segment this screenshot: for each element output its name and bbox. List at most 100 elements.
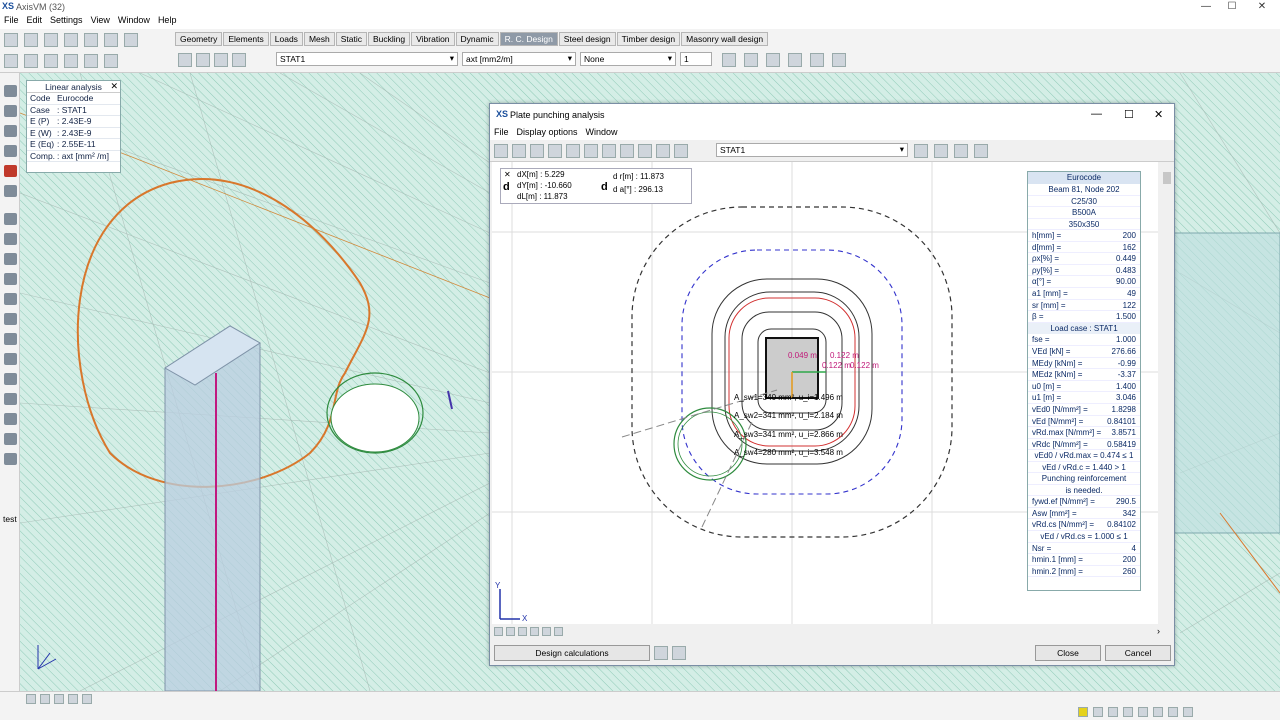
tab-timber-design[interactable]: Timber design xyxy=(616,32,681,46)
scroll-right-icon[interactable]: › xyxy=(1157,626,1160,636)
wrench-icon[interactable] xyxy=(672,646,686,660)
tab-loads[interactable]: Loads xyxy=(269,32,303,46)
print-drawing-icon[interactable] xyxy=(548,144,562,158)
line-tool-icon[interactable] xyxy=(4,273,17,285)
rotate-tool-icon[interactable] xyxy=(4,253,17,265)
fit-view-icon[interactable] xyxy=(674,144,688,158)
tab-dynamic[interactable]: Dynamic xyxy=(455,32,499,46)
table-icon[interactable] xyxy=(494,144,508,158)
component-select[interactable]: axt [mm2/m] ▾ xyxy=(462,52,576,66)
zoom-out-icon[interactable] xyxy=(40,694,50,704)
scroll-thumb[interactable] xyxy=(1163,172,1171,184)
redo-icon[interactable] xyxy=(124,33,138,47)
rotate-view-icon[interactable] xyxy=(82,694,92,704)
tab-masonry-design[interactable]: Masonry wall design xyxy=(681,32,769,46)
punching-drawing-canvas[interactable]: ✕ d dX[m] : 5.229 dY[m] : -10.660 dL[m] … xyxy=(492,162,1158,624)
dialog-maximize-button[interactable]: ☐ xyxy=(1124,108,1134,121)
view3d-icon[interactable] xyxy=(638,144,652,158)
view-option-icon-5[interactable] xyxy=(810,53,824,67)
copy-drawing-icon[interactable] xyxy=(530,144,544,158)
distribution-icon[interactable] xyxy=(914,144,928,158)
minimize-button[interactable]: — xyxy=(1196,1,1216,13)
view-option-icon-4[interactable] xyxy=(788,53,802,67)
menu-view[interactable]: View xyxy=(87,14,114,26)
copy-tool-icon[interactable] xyxy=(4,145,17,157)
dialog-zoom-out-icon[interactable] xyxy=(506,627,515,636)
close-app-button[interactable]: ✕ xyxy=(1252,1,1272,13)
zoom-fit-icon[interactable] xyxy=(54,694,64,704)
menu-settings[interactable]: Settings xyxy=(46,14,87,26)
dialog-case-select[interactable]: STAT1 ▾ xyxy=(716,143,908,157)
dialog-pan-icon[interactable] xyxy=(530,627,539,636)
dialog-menu-window[interactable]: Window xyxy=(582,126,622,138)
menu-file[interactable]: File xyxy=(0,14,23,26)
pan-icon[interactable] xyxy=(68,694,78,704)
tab-rc-design[interactable]: R. C. Design xyxy=(499,32,558,46)
print-icon[interactable] xyxy=(64,33,78,47)
layer-icon[interactable] xyxy=(84,33,98,47)
library-icon[interactable] xyxy=(584,144,598,158)
measure-tool-icon[interactable] xyxy=(4,233,17,245)
menu-window[interactable]: Window xyxy=(114,14,154,26)
export-icon[interactable] xyxy=(566,144,580,158)
wrench-tool-icon[interactable] xyxy=(4,413,17,425)
dialog-menu-display[interactable]: Display options xyxy=(513,126,582,138)
status-icon-6[interactable] xyxy=(1153,707,1163,717)
grid-icon[interactable] xyxy=(196,53,210,67)
zoom-in-icon[interactable] xyxy=(26,694,36,704)
calc-settings-icon[interactable] xyxy=(654,646,668,660)
save-drawing-icon[interactable] xyxy=(512,144,526,158)
arc-tool-icon[interactable] xyxy=(4,293,17,305)
zoom-tool-icon[interactable] xyxy=(4,105,17,117)
tab-geometry[interactable]: Geometry xyxy=(175,32,223,46)
measure-close-icon[interactable]: ✕ xyxy=(504,170,511,179)
edit-icon[interactable] xyxy=(4,54,18,68)
surface-tool-icon[interactable] xyxy=(4,333,17,345)
axis-select-icon[interactable] xyxy=(934,144,948,158)
pen-tool-icon[interactable] xyxy=(4,373,17,385)
status-icon-5[interactable] xyxy=(1138,707,1148,717)
copy-icon[interactable] xyxy=(44,54,58,68)
tab-vibration[interactable]: Vibration xyxy=(411,32,455,46)
undo-icon[interactable] xyxy=(104,33,118,47)
close-button[interactable]: Close xyxy=(1035,645,1101,661)
view-option-icon-2[interactable] xyxy=(744,53,758,67)
save-icon[interactable] xyxy=(44,33,58,47)
paste-icon[interactable] xyxy=(64,54,78,68)
hammer-tool-icon[interactable] xyxy=(4,393,17,405)
open-file-icon[interactable] xyxy=(24,33,38,47)
contour-icon[interactable] xyxy=(214,53,228,67)
settings-tool-icon[interactable] xyxy=(4,433,17,445)
status-icon-2[interactable] xyxy=(1093,707,1103,717)
tab-static[interactable]: Static xyxy=(335,32,367,46)
menu-help[interactable]: Help xyxy=(154,14,181,26)
tab-elements[interactable]: Elements xyxy=(223,32,269,46)
new-file-icon[interactable] xyxy=(4,33,18,47)
node-tool-icon[interactable] xyxy=(4,313,17,325)
design-calculations-button[interactable]: Design calculations xyxy=(494,645,650,661)
load-case-select[interactable]: STAT1 ▾ xyxy=(276,52,458,66)
tab-buckling[interactable]: Buckling xyxy=(368,32,411,46)
section-icon[interactable] xyxy=(232,53,246,67)
doc-icon[interactable] xyxy=(620,144,634,158)
perimeter-icon[interactable] xyxy=(954,144,968,158)
status-icon-1[interactable] xyxy=(1078,707,1088,717)
select-tool-icon[interactable] xyxy=(4,85,17,97)
view-option-icon-6[interactable] xyxy=(832,53,846,67)
view-option-icon-1[interactable] xyxy=(722,53,736,67)
dialog-close-button[interactable]: ✕ xyxy=(1154,108,1163,121)
status-icon-4[interactable] xyxy=(1123,707,1133,717)
status-icon-7[interactable] xyxy=(1168,707,1178,717)
dialog-zoom-next-icon[interactable] xyxy=(554,627,563,636)
option-select[interactable]: None ▾ xyxy=(580,52,676,66)
layers-icon[interactable] xyxy=(656,144,670,158)
menu-edit[interactable]: Edit xyxy=(23,14,47,26)
dialog-zoom-fit-icon[interactable] xyxy=(518,627,527,636)
floppy-icon[interactable] xyxy=(602,144,616,158)
filter-icon[interactable] xyxy=(24,54,38,68)
canvas-vertical-scrollbar[interactable] xyxy=(1161,162,1173,624)
dimension-tool-icon[interactable] xyxy=(4,213,17,225)
status-icon-3[interactable] xyxy=(1108,707,1118,717)
dialog-menu-file[interactable]: File xyxy=(490,126,513,138)
check-tool-icon[interactable] xyxy=(4,453,17,465)
